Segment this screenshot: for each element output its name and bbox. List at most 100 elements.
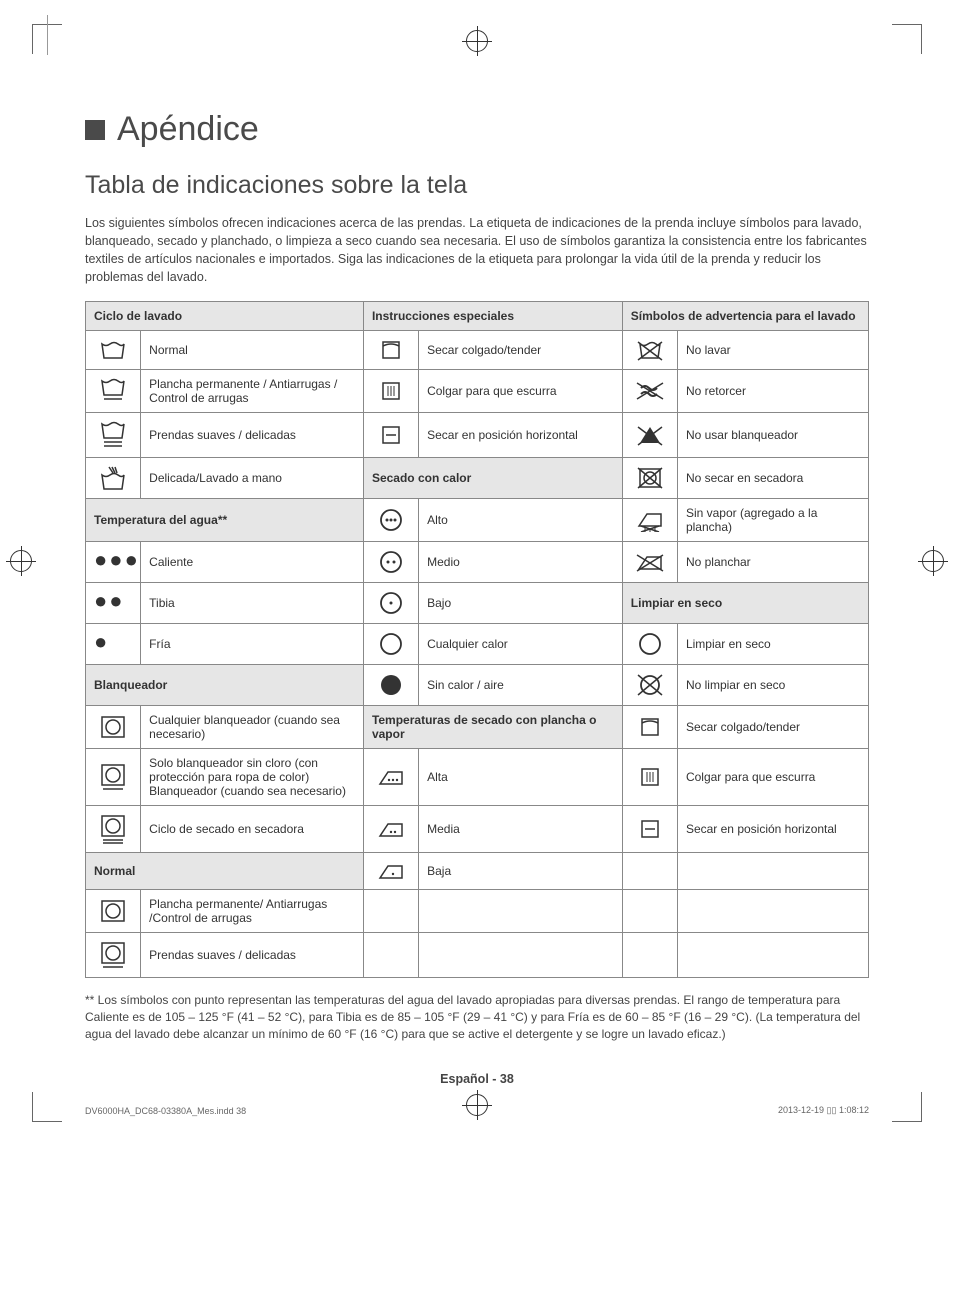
subheader-bleach: Blanqueador (86, 664, 364, 705)
tumble-dry-icon (86, 805, 141, 852)
iron-med-label: Media (419, 805, 623, 852)
temp-warm-icon: ●● (86, 582, 141, 623)
heat-med-label: Medio (419, 541, 623, 582)
square-bullet-icon (85, 120, 105, 140)
dry-clean-label: Limpiar en seco (677, 623, 868, 664)
registration-mark-right (922, 550, 944, 572)
dry-perm-press-icon (86, 889, 141, 932)
dry-flat2-icon (622, 805, 677, 852)
temp-cold-label: Fría (141, 623, 364, 664)
heat-high-icon (363, 498, 418, 541)
subheader-heat-dry: Secado con calor (363, 457, 622, 498)
dry-flat2-label: Secar en posición horizontal (677, 805, 868, 852)
no-heat-icon (363, 664, 418, 705)
registration-mark-top (466, 30, 488, 52)
do-not-dry-clean-icon (622, 664, 677, 705)
subsection-heading: Tabla de indicaciones sobre la tela (85, 171, 869, 200)
do-not-wash-label: No lavar (677, 330, 868, 369)
iron-med-icon (363, 805, 418, 852)
non-chlorine-bleach-icon (86, 748, 141, 805)
empty-icon-4 (363, 932, 418, 977)
footnote-text: ** Los símbolos con punto representan la… (85, 992, 869, 1044)
iron-low-label: Baja (419, 852, 623, 889)
iron-low-icon (363, 852, 418, 889)
heat-any-label: Cualquier calor (419, 623, 623, 664)
header-wash-cycle: Ciclo de lavado (86, 301, 364, 330)
dry-clean-icon (622, 623, 677, 664)
intro-paragraph: Los siguientes símbolos ofrecen indicaci… (85, 214, 869, 287)
heat-high-label: Alto (419, 498, 623, 541)
empty-cell-1 (677, 852, 868, 889)
dry-line2-label: Secar colgado/tender (677, 705, 868, 748)
header-special-instructions: Instrucciones especiales (363, 301, 622, 330)
non-chlorine-bleach-label: Solo blanqueador sin cloro (con protecci… (141, 748, 364, 805)
dry-delicate-label: Prendas suaves / delicadas (141, 932, 364, 977)
temp-warm-label: Tibia (141, 582, 364, 623)
dry-flat-icon (363, 412, 418, 457)
drip-dry-label: Colgar para que escurra (419, 369, 623, 412)
subheader-normal: Normal (86, 852, 364, 889)
do-not-wring-label: No retorcer (677, 369, 868, 412)
print-footer-left: DV6000HA_DC68-03380A_Mes.indd 38 (85, 1106, 246, 1116)
drip-dry2-label: Colgar para que escurra (677, 748, 868, 805)
do-not-tumble-dry-label: No secar en secadora (677, 457, 868, 498)
do-not-iron-label: No planchar (677, 541, 868, 582)
heat-any-icon (363, 623, 418, 664)
empty-cell-5 (677, 932, 868, 977)
heat-low-icon (363, 582, 418, 623)
temp-hot-icon: ●●● (86, 541, 141, 582)
no-heat-label: Sin calor / aire (419, 664, 623, 705)
page-footer: Español - 38 (85, 1072, 869, 1086)
tumble-dry-label: Ciclo de secado en secadora (141, 805, 364, 852)
empty-icon-3 (622, 889, 677, 932)
crop-mark-bl (32, 1092, 62, 1122)
empty-icon-5 (622, 932, 677, 977)
do-not-bleach-label: No usar blanqueador (677, 412, 868, 457)
dry-perm-press-label: Plancha permanente/ Antiarrugas /Control… (141, 889, 364, 932)
empty-cell-3 (677, 889, 868, 932)
section-title-text: Apéndice (117, 110, 259, 149)
subheader-water-temp: Temperatura del agua** (86, 498, 364, 541)
drip-dry2-icon (622, 748, 677, 805)
no-steam-icon (622, 498, 677, 541)
crop-mark-tr (892, 24, 922, 54)
any-bleach-icon (86, 705, 141, 748)
empty-icon-2 (363, 889, 418, 932)
registration-mark-left (10, 550, 32, 572)
wash-perm-press-icon (86, 369, 141, 412)
iron-high-icon (363, 748, 418, 805)
do-not-tumble-dry-icon (622, 457, 677, 498)
empty-cell-2 (419, 889, 623, 932)
crop-mark-br (892, 1092, 922, 1122)
do-not-iron-icon (622, 541, 677, 582)
dry-line-label: Secar colgado/tender (419, 330, 623, 369)
dry-line-icon (363, 330, 418, 369)
drip-dry-icon (363, 369, 418, 412)
hand-wash-icon (86, 457, 141, 498)
no-steam-label: Sin vapor (agregado a la plancha) (677, 498, 868, 541)
wash-delicate-label: Prendas suaves / delicadas (141, 412, 364, 457)
temp-hot-label: Caliente (141, 541, 364, 582)
fabric-care-table: Ciclo de lavado Instrucciones especiales… (85, 301, 869, 978)
dry-delicate-icon (86, 932, 141, 977)
wash-perm-press-label: Plancha permanente / Antiarrugas / Contr… (141, 369, 364, 412)
any-bleach-label: Cualquier blanqueador (cuando sea necesa… (141, 705, 364, 748)
wash-normal-label: Normal (141, 330, 364, 369)
subheader-dry-clean: Limpiar en seco (622, 582, 868, 623)
section-heading: Apéndice (85, 110, 869, 149)
do-not-bleach-icon (622, 412, 677, 457)
print-footer-right: 2013-12-19 ▯▯ 1:08:12 (778, 1105, 869, 1116)
heat-low-label: Bajo (419, 582, 623, 623)
empty-icon-1 (622, 852, 677, 889)
hand-wash-label: Delicada/Lavado a mano (141, 457, 364, 498)
wash-delicate-icon (86, 412, 141, 457)
do-not-dry-clean-label: No limpiar en seco (677, 664, 868, 705)
subheader-iron-temp: Temperaturas de secado con plancha o vap… (363, 705, 622, 748)
do-not-wring-icon (622, 369, 677, 412)
header-warning-symbols: Símbolos de advertencia para el lavado (622, 301, 868, 330)
heat-med-icon (363, 541, 418, 582)
crop-mark-tl (32, 24, 62, 54)
wash-normal-icon (86, 330, 141, 369)
iron-high-label: Alta (419, 748, 623, 805)
empty-cell-4 (419, 932, 623, 977)
